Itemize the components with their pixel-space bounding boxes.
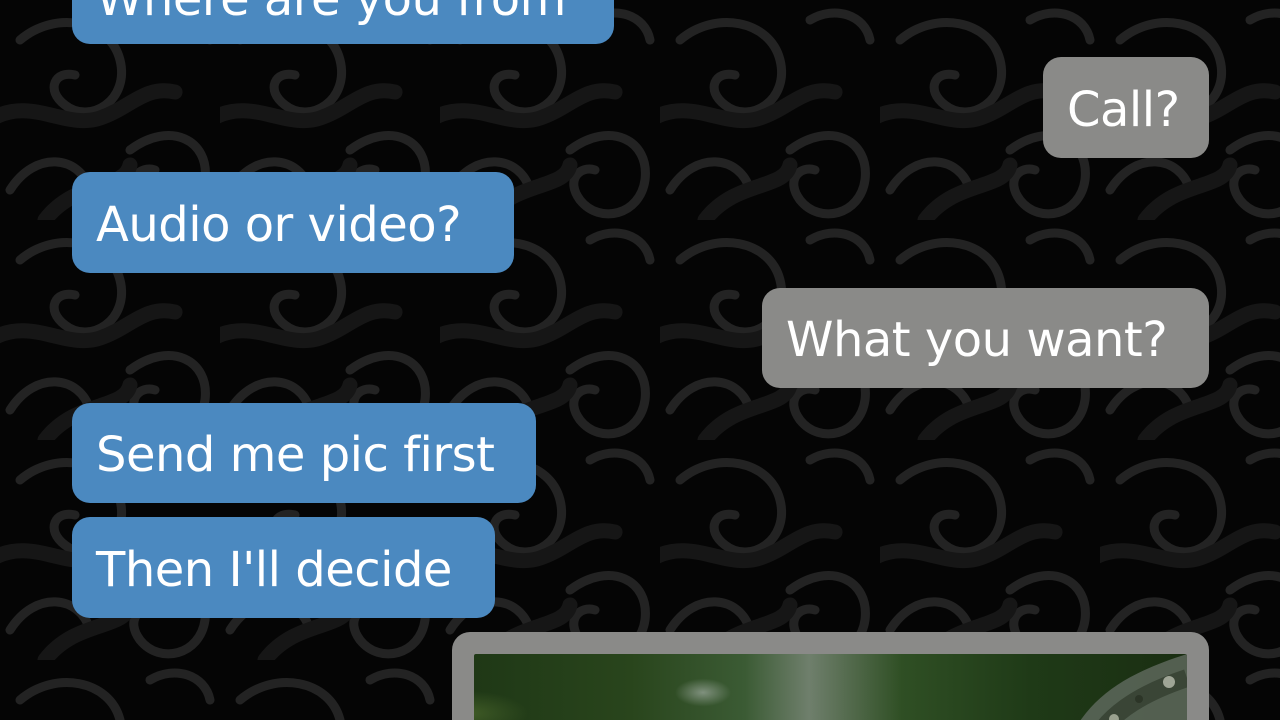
message-text: Where are you from (96, 0, 566, 23)
message-bubble-incoming[interactable]: Audio or video? (72, 172, 514, 273)
chat-thread[interactable]: Where are you from Call? Audio or video?… (0, 0, 1280, 720)
photo-image (474, 654, 1187, 720)
message-text: Then I'll decide (96, 541, 452, 598)
message-text: Call? (1067, 81, 1180, 138)
message-bubble-incoming[interactable]: Send me pic first (72, 403, 536, 503)
message-bubble-outgoing[interactable]: Call? (1043, 57, 1209, 158)
message-text: Send me pic first (96, 427, 495, 483)
photo-thumbnail[interactable] (474, 654, 1187, 720)
message-bubble-outgoing[interactable]: What you want? (762, 288, 1209, 388)
image-message-bubble[interactable] (452, 632, 1209, 720)
message-text: Audio or video? (96, 196, 462, 253)
message-text: What you want? (786, 312, 1168, 368)
message-bubble-incoming[interactable]: Where are you from (72, 0, 614, 44)
message-bubble-incoming[interactable]: Then I'll decide (72, 517, 495, 618)
